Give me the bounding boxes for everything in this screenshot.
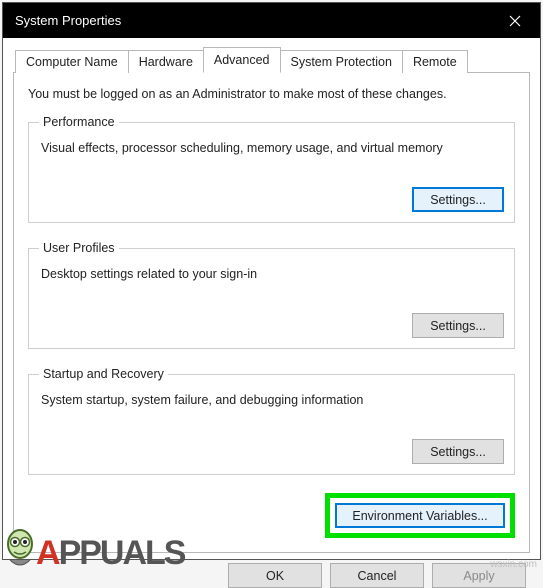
- window-title: System Properties: [15, 13, 490, 28]
- watermark: wsxin.com: [490, 559, 537, 570]
- startup-recovery-group: Startup and Recovery System startup, sys…: [28, 367, 515, 475]
- performance-group: Performance Visual effects, processor sc…: [28, 115, 515, 223]
- tab-strip: Computer Name Hardware Advanced System P…: [15, 46, 530, 72]
- tab-hardware[interactable]: Hardware: [128, 50, 204, 73]
- close-button[interactable]: [490, 3, 540, 38]
- startup-recovery-settings-button[interactable]: Settings...: [412, 439, 504, 464]
- user-profiles-legend: User Profiles: [39, 241, 119, 255]
- env-vars-highlight: Environment Variables...: [325, 493, 515, 538]
- ok-button[interactable]: OK: [228, 563, 322, 588]
- user-profiles-group: User Profiles Desktop settings related t…: [28, 241, 515, 349]
- close-icon: [509, 15, 521, 27]
- titlebar[interactable]: System Properties: [3, 3, 540, 38]
- tab-system-protection[interactable]: System Protection: [280, 50, 403, 73]
- admin-notice: You must be logged on as an Administrato…: [28, 87, 515, 101]
- appuals-logo: APPUALS: [0, 526, 184, 570]
- user-profiles-desc: Desktop settings related to your sign-in: [41, 267, 504, 281]
- tab-remote[interactable]: Remote: [402, 50, 468, 73]
- tab-advanced[interactable]: Advanced: [203, 47, 281, 73]
- environment-variables-button[interactable]: Environment Variables...: [335, 503, 505, 528]
- performance-desc: Visual effects, processor scheduling, me…: [41, 141, 504, 155]
- user-profiles-settings-button[interactable]: Settings...: [412, 313, 504, 338]
- startup-recovery-legend: Startup and Recovery: [39, 367, 168, 381]
- system-properties-window: System Properties Computer Name Hardware…: [2, 2, 541, 560]
- cancel-button[interactable]: Cancel: [330, 563, 424, 588]
- startup-recovery-desc: System startup, system failure, and debu…: [41, 393, 504, 407]
- logo-rest: PPUALS: [59, 536, 185, 570]
- performance-settings-button[interactable]: Settings...: [412, 187, 504, 212]
- performance-legend: Performance: [39, 115, 119, 129]
- advanced-pane: You must be logged on as an Administrato…: [13, 72, 530, 553]
- client-area: Computer Name Hardware Advanced System P…: [3, 38, 540, 559]
- tab-computer-name[interactable]: Computer Name: [15, 50, 129, 73]
- mascot-icon: [0, 526, 40, 570]
